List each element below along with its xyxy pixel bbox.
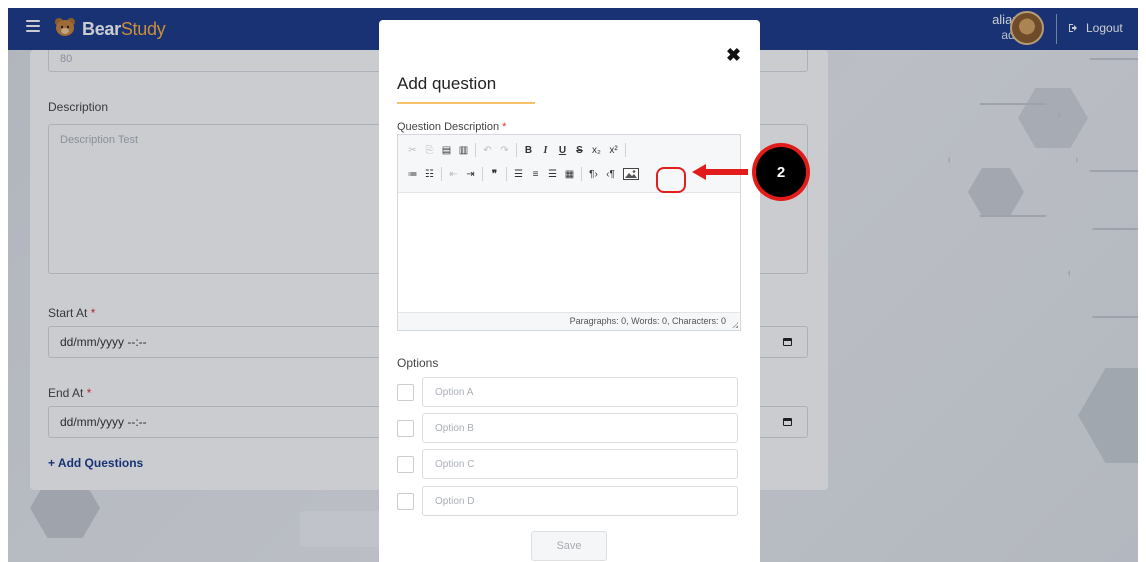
justify-icon[interactable]: ▦ (561, 165, 578, 183)
toolbar-separator (581, 167, 582, 181)
align-left-icon[interactable]: ☰ (510, 165, 527, 183)
question-description-label: Question Description * (397, 121, 506, 133)
numbered-list-icon[interactable]: ≔ (404, 165, 421, 183)
toolbar-separator (625, 143, 626, 157)
resize-handle-icon[interactable] (732, 322, 738, 328)
underline-icon[interactable]: U (554, 141, 571, 159)
option-a-checkbox[interactable] (397, 384, 414, 401)
image-button-highlight (656, 167, 686, 193)
title-underline (397, 102, 535, 104)
rtl-icon[interactable]: ‹¶ (602, 165, 619, 183)
options-label: Options (397, 356, 439, 370)
option-b-input[interactable] (422, 413, 738, 443)
subscript-icon[interactable]: x₂ (588, 141, 605, 159)
option-d-checkbox[interactable] (397, 493, 414, 510)
rich-text-editor: ✂ ⎘ ▤ ▥ ↶ ↷ B I U S x₂ x² ≔ ☷ ⇤ ⇥ ❞ ☰ ≡ … (397, 134, 741, 331)
ltr-icon[interactable]: ¶› (585, 165, 602, 183)
indent-icon[interactable]: ⇥ (462, 165, 479, 183)
blockquote-icon[interactable]: ❞ (486, 165, 503, 183)
modal-title: Add question (397, 74, 497, 93)
add-question-modal: ✖ Add question Question Description * ✂ … (379, 20, 760, 562)
cut-icon[interactable]: ✂ (404, 141, 421, 159)
editor-toolbar: ✂ ⎘ ▤ ▥ ↶ ↷ B I U S x₂ x² ≔ ☷ ⇤ ⇥ ❞ ☰ ≡ … (398, 135, 740, 193)
toolbar-separator (516, 143, 517, 157)
redo-icon[interactable]: ↷ (496, 141, 513, 159)
image-icon[interactable] (623, 168, 639, 180)
annotation-arrow-icon (692, 164, 748, 180)
paste-text-icon[interactable]: ▥ (455, 141, 472, 159)
toolbar-separator (475, 143, 476, 157)
toolbar-row-1: ✂ ⎘ ▤ ▥ ↶ ↷ B I U S x₂ x² (404, 140, 629, 160)
toolbar-separator (482, 167, 483, 181)
outdent-icon[interactable]: ⇤ (445, 165, 462, 183)
align-center-icon[interactable]: ≡ (527, 165, 544, 183)
bulleted-list-icon[interactable]: ☷ (421, 165, 438, 183)
close-icon[interactable]: ✖ (726, 46, 741, 64)
editor-statusbar: Paragraphs: 0, Words: 0, Characters: 0 (398, 312, 740, 330)
toolbar-separator (441, 167, 442, 181)
option-a-input[interactable] (422, 377, 738, 407)
editor-word-count: Paragraphs: 0, Words: 0, Characters: 0 (569, 316, 726, 326)
superscript-icon[interactable]: x² (605, 141, 622, 159)
required-mark: * (502, 121, 507, 133)
paste-icon[interactable]: ▤ (438, 141, 455, 159)
step-badge: 2 (752, 143, 810, 201)
option-d-input[interactable] (422, 486, 738, 516)
editor-content-area[interactable] (398, 193, 740, 311)
align-right-icon[interactable]: ☰ (544, 165, 561, 183)
question-description-label-text: Question Description (397, 121, 500, 133)
bold-icon[interactable]: B (520, 141, 537, 159)
toolbar-separator (506, 167, 507, 181)
option-b-checkbox[interactable] (397, 420, 414, 437)
strikethrough-icon[interactable]: S (571, 141, 588, 159)
italic-icon[interactable]: I (537, 141, 554, 159)
option-c-checkbox[interactable] (397, 456, 414, 473)
toolbar-row-2: ≔ ☷ ⇤ ⇥ ❞ ☰ ≡ ☰ ▦ ¶› ‹¶ (404, 164, 639, 184)
copy-icon[interactable]: ⎘ (421, 141, 438, 159)
app-viewport: BearStudy aliando admin Logout 80 Descri… (8, 8, 1138, 562)
option-c-input[interactable] (422, 449, 738, 479)
save-button[interactable]: Save (531, 531, 607, 561)
undo-icon[interactable]: ↶ (479, 141, 496, 159)
step-number: 2 (756, 147, 806, 197)
